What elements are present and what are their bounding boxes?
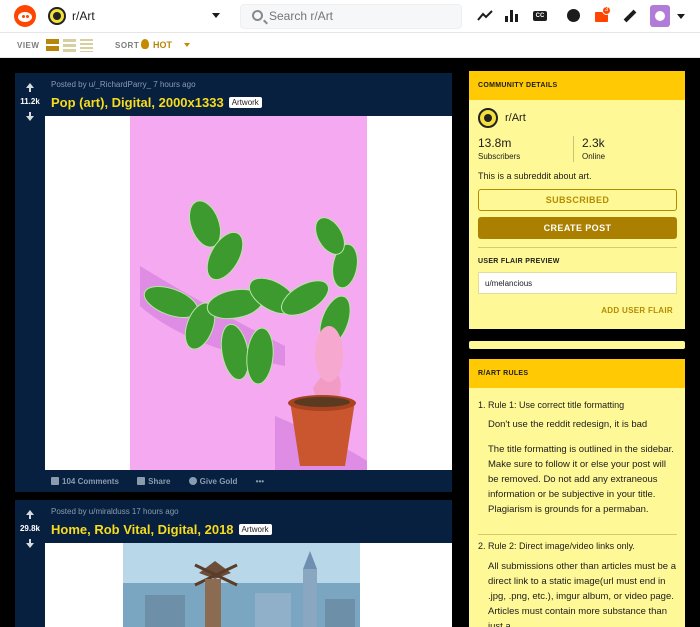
rule-1-body: The title formatting is outlined in the … [488,444,674,515]
vote-count: 11.2k [20,97,40,106]
view-classic-button[interactable] [63,38,76,52]
subscriber-label: Subscribers [478,152,521,161]
closed-caption-icon[interactable]: CC [533,8,549,24]
share-button[interactable]: Share [137,477,178,486]
post-image[interactable] [45,543,452,627]
subreddit-selector[interactable]: r/Art [48,6,228,27]
subscribed-button[interactable]: SUBSCRIBED [478,189,677,211]
flame-icon [141,39,149,49]
flair-preview-label: USER FLAIR PREVIEW [478,258,560,265]
sort-hot-button[interactable]: HOT [141,39,172,50]
upvote-icon[interactable] [26,510,34,519]
sort-chevron-down-icon[interactable] [184,43,190,47]
trending-icon[interactable] [477,8,493,24]
community-details-card: COMMUNITY DETAILS r/Art 13.8m Subscriber… [469,71,685,329]
top-header: r/Art CC 3 [0,0,700,33]
rule-2-title[interactable]: 2. Rule 2: Direct image/video links only… [478,541,635,551]
give-gold-button[interactable]: Give Gold [188,477,246,486]
post-flair: Artwork [238,524,272,535]
add-user-flair-button[interactable]: ADD USER FLAIR [601,306,673,315]
search-bar[interactable] [240,4,462,29]
community-name: r/Art [505,112,526,124]
card-header: COMMUNITY DETAILS [469,71,685,100]
search-icon [252,10,263,21]
subreddit-icon [478,108,498,128]
chat-icon[interactable] [566,8,582,24]
vote-count: 29.8k [19,524,41,533]
post-title[interactable]: Pop (art), Digital, 2000x1333 Artwork [51,95,262,110]
post-card[interactable]: 11.2k Posted by u/_RichardParry_ 7 hours… [15,73,452,492]
online-label: Online [582,152,606,161]
post-title[interactable]: Home, Rob Vital, Digital, 2018 Artwork [51,522,272,537]
rule-1-body-line: Don't use the reddit redesign, it is bad [488,419,648,430]
post-card[interactable]: 29.8k Posted by u/miralduss 17 hours ago… [15,500,452,627]
view-compact-button[interactable] [80,38,93,52]
cactus-balloon-dog-image [130,116,367,470]
mail-icon[interactable]: 3 [594,6,611,24]
view-card-button[interactable] [46,38,59,52]
subreddit-name: r/Art [72,9,95,23]
downvote-icon[interactable] [26,539,34,548]
subreddit-icon [48,7,66,25]
reddit-logo-icon[interactable] [14,5,36,27]
sort-bar: VIEW SORT HOT [0,33,700,58]
post-image[interactable] [45,116,452,470]
rule-2-body: All submissions other than articles must… [488,561,676,627]
user-avatar[interactable] [650,5,670,27]
subscriber-count: 13.8m [478,136,512,150]
chevron-down-icon [212,13,220,18]
share-icon [137,477,146,485]
rule-1-title[interactable]: 1. Rule 1: Use correct title formatting [478,400,624,410]
fantasy-village-image [123,543,360,627]
comment-icon [51,477,59,485]
view-label: VIEW [17,41,40,50]
mail-badge: 3 [602,6,611,15]
rules-header: R/ART RULES [469,359,685,388]
online-count: 2.3k [582,136,605,150]
more-options-button[interactable]: ••• [256,477,264,486]
pencil-icon[interactable] [622,8,638,24]
sidebar-divider-bar [469,341,685,349]
downvote-icon[interactable] [26,112,34,121]
gold-icon [188,477,197,485]
post-actions: 104 Comments Share Give Gold ••• [51,477,272,486]
flair-preview-field[interactable]: u/melancious [478,272,677,294]
post-flair: Artwork [228,97,262,108]
stats-icon[interactable] [504,8,520,24]
sort-label: SORT [115,41,140,50]
community-description: This is a subreddit about art. [478,171,592,181]
upvote-icon[interactable] [26,83,34,92]
comments-button[interactable]: 104 Comments [51,477,127,486]
user-menu-chevron-icon[interactable] [677,14,685,19]
create-post-button[interactable]: CREATE POST [478,217,677,239]
rules-card: R/ART RULES 1. Rule 1: Use correct title… [469,359,685,627]
post-meta: Posted by u/_RichardParry_ 7 hours ago [51,80,196,89]
search-input[interactable] [269,9,449,23]
post-meta: Posted by u/miralduss 17 hours ago [51,507,179,516]
